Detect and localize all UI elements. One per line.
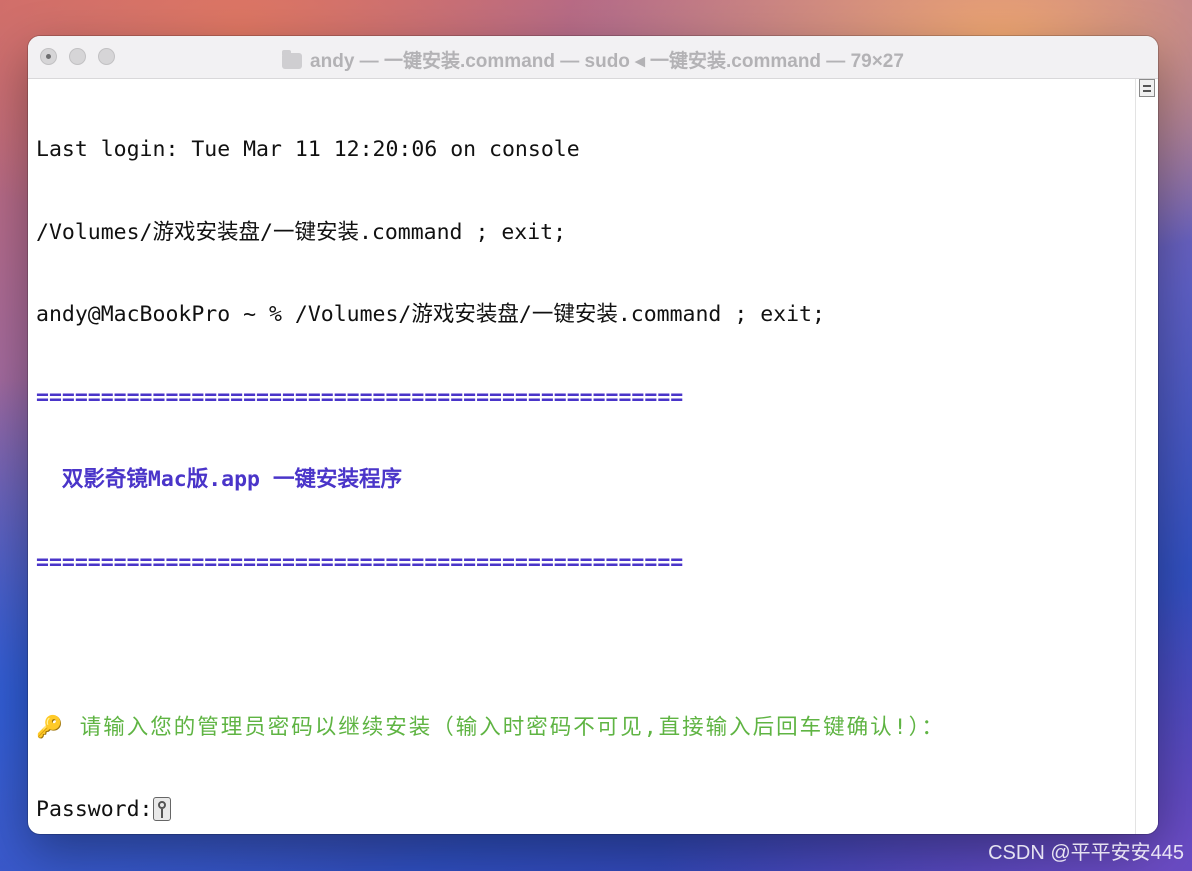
window-title: andy — 一键安装.command — sudo ◂ 一键安装.comman… (28, 46, 1158, 73)
banner-separator-top: ========================================… (36, 384, 684, 410)
terminal-line-prompt-command: andy@MacBookPro ~ % /Volumes/游戏安装盘/一键安装.… (36, 302, 825, 327)
password-prompt-text: 请输入您的管理员密码以继续安装（输入时密码不可见,直接输入后回车键确认!）： (64, 714, 945, 740)
banner-title: 双影奇镜Mac版.app 一键安装程序 (36, 467, 402, 492)
terminal-window: andy — 一键安装.command — sudo ◂ 一键安装.comman… (28, 36, 1158, 834)
terminal-output[interactable]: Last login: Tue Mar 11 12:20:06 on conso… (36, 81, 1132, 834)
watermark: CSDN @平平安安445 (988, 842, 1184, 864)
title-bar[interactable]: andy — 一键安装.command — sudo ◂ 一键安装.comman… (28, 36, 1158, 79)
password-label: Password: (36, 797, 153, 822)
key-icon: 🔑 (36, 714, 65, 740)
password-line[interactable]: Password: (36, 796, 1132, 824)
scroll-split-icon[interactable] (1139, 79, 1155, 97)
window-title-text: andy — 一键安装.command — sudo ◂ 一键安装.comman… (310, 51, 904, 72)
password-prompt: 🔑 请输入您的管理员密码以继续安装（输入时密码不可见,直接输入后回车键确认!）： (36, 714, 1132, 742)
scrollbar[interactable] (1135, 79, 1158, 834)
banner-separator-bottom: ========================================… (36, 549, 684, 575)
terminal-line-login: Last login: Tue Mar 11 12:20:06 on conso… (36, 137, 580, 162)
secure-input-key-icon (152, 797, 171, 821)
folder-icon (282, 50, 303, 69)
terminal-line-command: /Volumes/游戏安装盘/一键安装.command ; exit; (36, 219, 567, 245)
